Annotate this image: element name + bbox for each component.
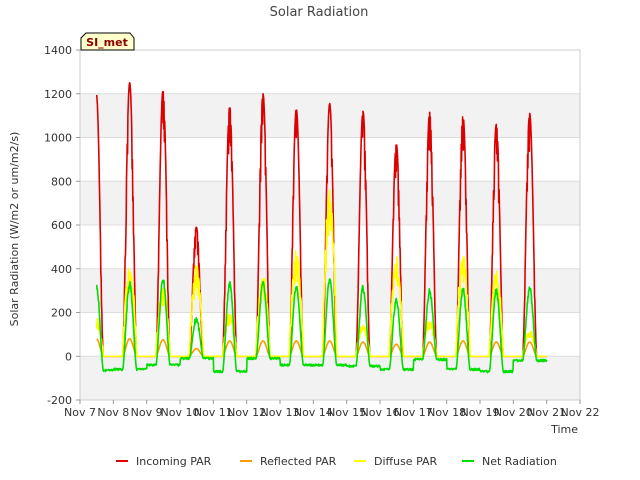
y-axis-title: Solar Radiation (W/m2 or um/m2/s) xyxy=(8,132,21,327)
y-tick-label: 800 xyxy=(51,175,72,188)
x-tick-label: Nov 7 xyxy=(64,406,96,419)
legend-label: Reflected PAR xyxy=(260,455,337,468)
chart-title: Solar Radiation xyxy=(270,5,369,20)
x-axis-title: Time xyxy=(550,423,578,436)
x-tick-label: Nov 9 xyxy=(131,406,163,419)
y-tick-label: 1200 xyxy=(44,88,72,101)
y-tick-label: 400 xyxy=(51,263,72,276)
y-tick-label: 1000 xyxy=(44,132,72,145)
solar-radiation-chart: -2000200400600800100012001400 Nov 7 Nov 8… xyxy=(0,0,640,480)
legend-label: Incoming PAR xyxy=(136,455,212,468)
plot-band xyxy=(80,356,580,400)
legend-label: Net Radiation xyxy=(482,455,557,468)
station-badge-label: SI_met xyxy=(86,36,128,49)
y-tick-label: 200 xyxy=(51,307,72,320)
plot-band xyxy=(80,268,580,313)
legend-label: Diffuse PAR xyxy=(374,455,438,468)
x-tick-label: Nov 22 xyxy=(561,406,600,419)
y-tick-label: 1400 xyxy=(44,44,72,57)
station-badge: SI_met xyxy=(80,32,135,51)
y-tick-label: 600 xyxy=(51,219,72,232)
y-tick-label: 0 xyxy=(65,350,72,363)
x-tick-label: Nov 8 xyxy=(97,406,129,419)
